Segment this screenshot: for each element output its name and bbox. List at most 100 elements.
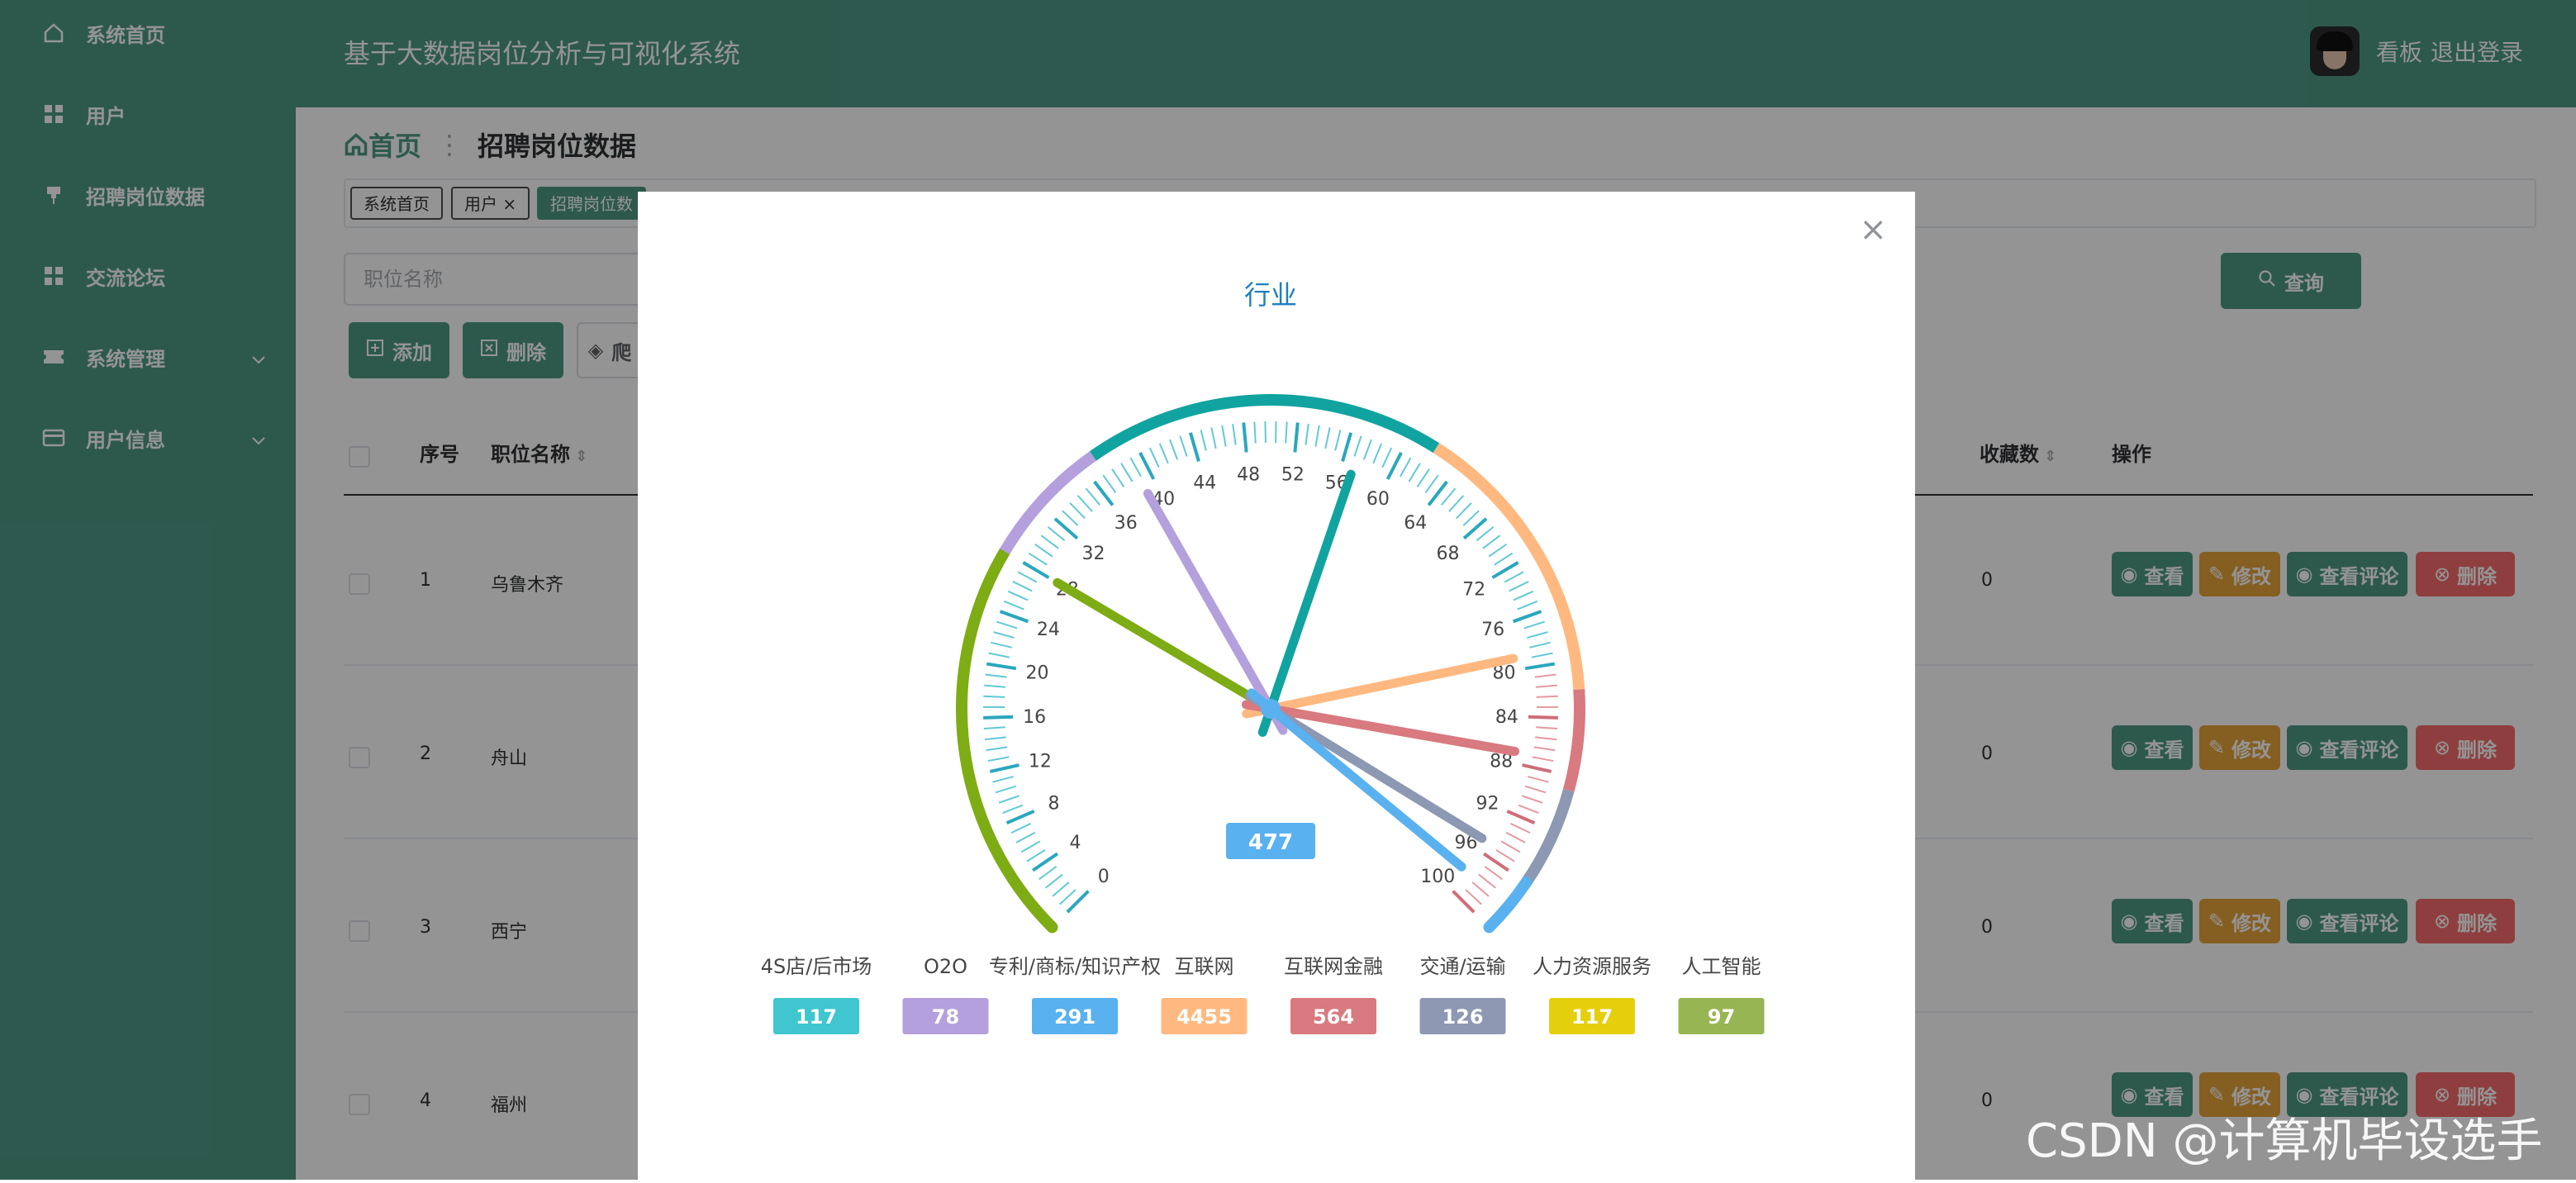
gauge-tick-label: 84 [1495, 707, 1519, 728]
gauge-minor-tick [1527, 632, 1547, 638]
gauge-tick-label: 92 [1476, 794, 1499, 815]
gauge-pointer [1148, 493, 1283, 730]
gauge-minor-tick [1070, 503, 1085, 519]
gauge-major-tick [1528, 717, 1558, 718]
gauge-minor-tick [1315, 425, 1319, 447]
gauge-minor-tick [1400, 458, 1411, 477]
gauge-minor-tick [1536, 686, 1557, 687]
gauge-major-tick [1522, 765, 1551, 772]
gauge-minor-tick [1048, 527, 1064, 540]
gauge-tick-label: 52 [1281, 464, 1305, 485]
gauge-minor-tick [1382, 448, 1391, 468]
legend-series-name: 4S店/后市场 [761, 955, 872, 978]
gauge-minor-tick [1062, 511, 1078, 525]
legend-series-name: 人工智能 [1682, 955, 1761, 978]
gauge-value-text: 477 [1248, 830, 1293, 855]
gauge-minor-tick [1003, 805, 1023, 813]
gauge-minor-tick [1041, 535, 1058, 549]
gauge-major-tick [1007, 811, 1034, 823]
chart-title: 行业 [1244, 279, 1297, 311]
gauge-minor-tick [1021, 841, 1040, 852]
gauge-tick-label: 32 [1081, 544, 1105, 564]
gauge-minor-tick [1536, 727, 1557, 729]
chart-dialog: × 行业048121620242832364044485256606468727… [638, 192, 1915, 1180]
gauge-minor-tick [1011, 824, 1030, 833]
gauge-minor-tick [1442, 488, 1456, 505]
gauge-major-tick [1493, 563, 1519, 577]
gauge-minor-tick [1519, 805, 1538, 813]
gauge-minor-tick [1537, 696, 1558, 697]
legend-value-text: 78 [932, 1005, 959, 1029]
gauge-minor-tick [986, 747, 1008, 750]
gauge-minor-tick [1504, 572, 1523, 582]
legend-value-text: 97 [1708, 1005, 1735, 1029]
gauge-major-tick [1525, 664, 1555, 669]
gauge-minor-tick [1121, 463, 1133, 482]
gauge-minor-tick [1354, 436, 1361, 457]
close-icon[interactable]: × [1859, 213, 1887, 246]
gauge-minor-tick [983, 696, 1005, 697]
gauge-major-tick [1295, 423, 1297, 453]
gauge-tick-label: 0 [1098, 867, 1110, 887]
gauge-minor-tick [1233, 424, 1235, 445]
gauge-minor-tick [1426, 475, 1438, 492]
gauge-minor-tick [1509, 582, 1528, 592]
gauge-minor-tick [1046, 875, 1062, 888]
gauge-minor-tick [1489, 544, 1506, 557]
gauge-minor-tick [1112, 469, 1124, 487]
gauge-minor-tick [1254, 422, 1255, 444]
gauge-minor-tick [1039, 867, 1057, 879]
gauge-tick-label: 4 [1069, 833, 1081, 853]
gauge-pivot [1261, 699, 1281, 719]
legend-value-text: 117 [796, 1005, 837, 1029]
gauge-tick-label: 24 [1037, 620, 1060, 640]
gauge-minor-tick [1522, 796, 1542, 802]
gauge-minor-tick [1409, 463, 1420, 482]
gauge-minor-tick [985, 675, 1006, 677]
gauge-minor-tick [1004, 601, 1024, 610]
gauge-minor-tick [991, 643, 1011, 648]
gauge-minor-tick [1029, 553, 1047, 565]
gauge-minor-tick [1373, 444, 1381, 463]
gauge-major-tick [1140, 453, 1153, 479]
gauge-minor-tick [1534, 747, 1556, 750]
gauge-minor-tick [992, 777, 1013, 782]
gauge-axis-segment [1526, 791, 1568, 883]
gauge-minor-tick [1525, 786, 1546, 793]
gauge-tick-label: 36 [1115, 513, 1138, 534]
gauge-minor-tick [1518, 601, 1538, 610]
gauge-major-tick [1388, 453, 1401, 479]
gauge-axis-segment [1569, 690, 1580, 791]
gauge-minor-tick [1053, 882, 1069, 896]
legend-series-name: 专利/商标/知识产权 [989, 955, 1161, 978]
gauge-major-tick [1507, 811, 1534, 823]
gauge-minor-tick [994, 632, 1015, 638]
gauge-minor-tick [1524, 622, 1545, 629]
gauge-minor-tick [1180, 436, 1186, 457]
gauge-minor-tick [1335, 430, 1340, 450]
gauge-minor-tick [996, 622, 1017, 629]
gauge-tick-label: 16 [1023, 707, 1046, 728]
gauge-minor-tick [1514, 592, 1533, 601]
gauge-minor-tick [1035, 544, 1053, 557]
gauge-minor-tick [1510, 824, 1529, 833]
gauge-minor-tick [985, 737, 1006, 739]
legend-value-text: 4455 [1176, 1005, 1232, 1029]
gauge-minor-tick [1078, 496, 1092, 511]
legend-series-name: 交通/运输 [1419, 955, 1505, 978]
gauge-minor-tick [1027, 850, 1045, 862]
gauge-minor-tick [1496, 850, 1514, 862]
gauge-minor-tick [1479, 875, 1495, 888]
gauge-minor-tick [1457, 503, 1471, 519]
gauge-minor-tick [1506, 833, 1525, 843]
legend-value-text: 291 [1054, 1005, 1096, 1029]
gauge-minor-tick [1013, 582, 1032, 592]
gauge-minor-tick [989, 653, 1010, 658]
gauge-minor-tick [1222, 425, 1225, 447]
gauge-major-tick [1000, 611, 1029, 621]
gauge-axis-segment [1489, 882, 1526, 927]
gauge-minor-tick [1201, 430, 1206, 450]
gauge-minor-tick [1449, 496, 1463, 511]
gauge-minor-tick [1305, 424, 1308, 445]
legend-value-text: 117 [1571, 1005, 1613, 1029]
